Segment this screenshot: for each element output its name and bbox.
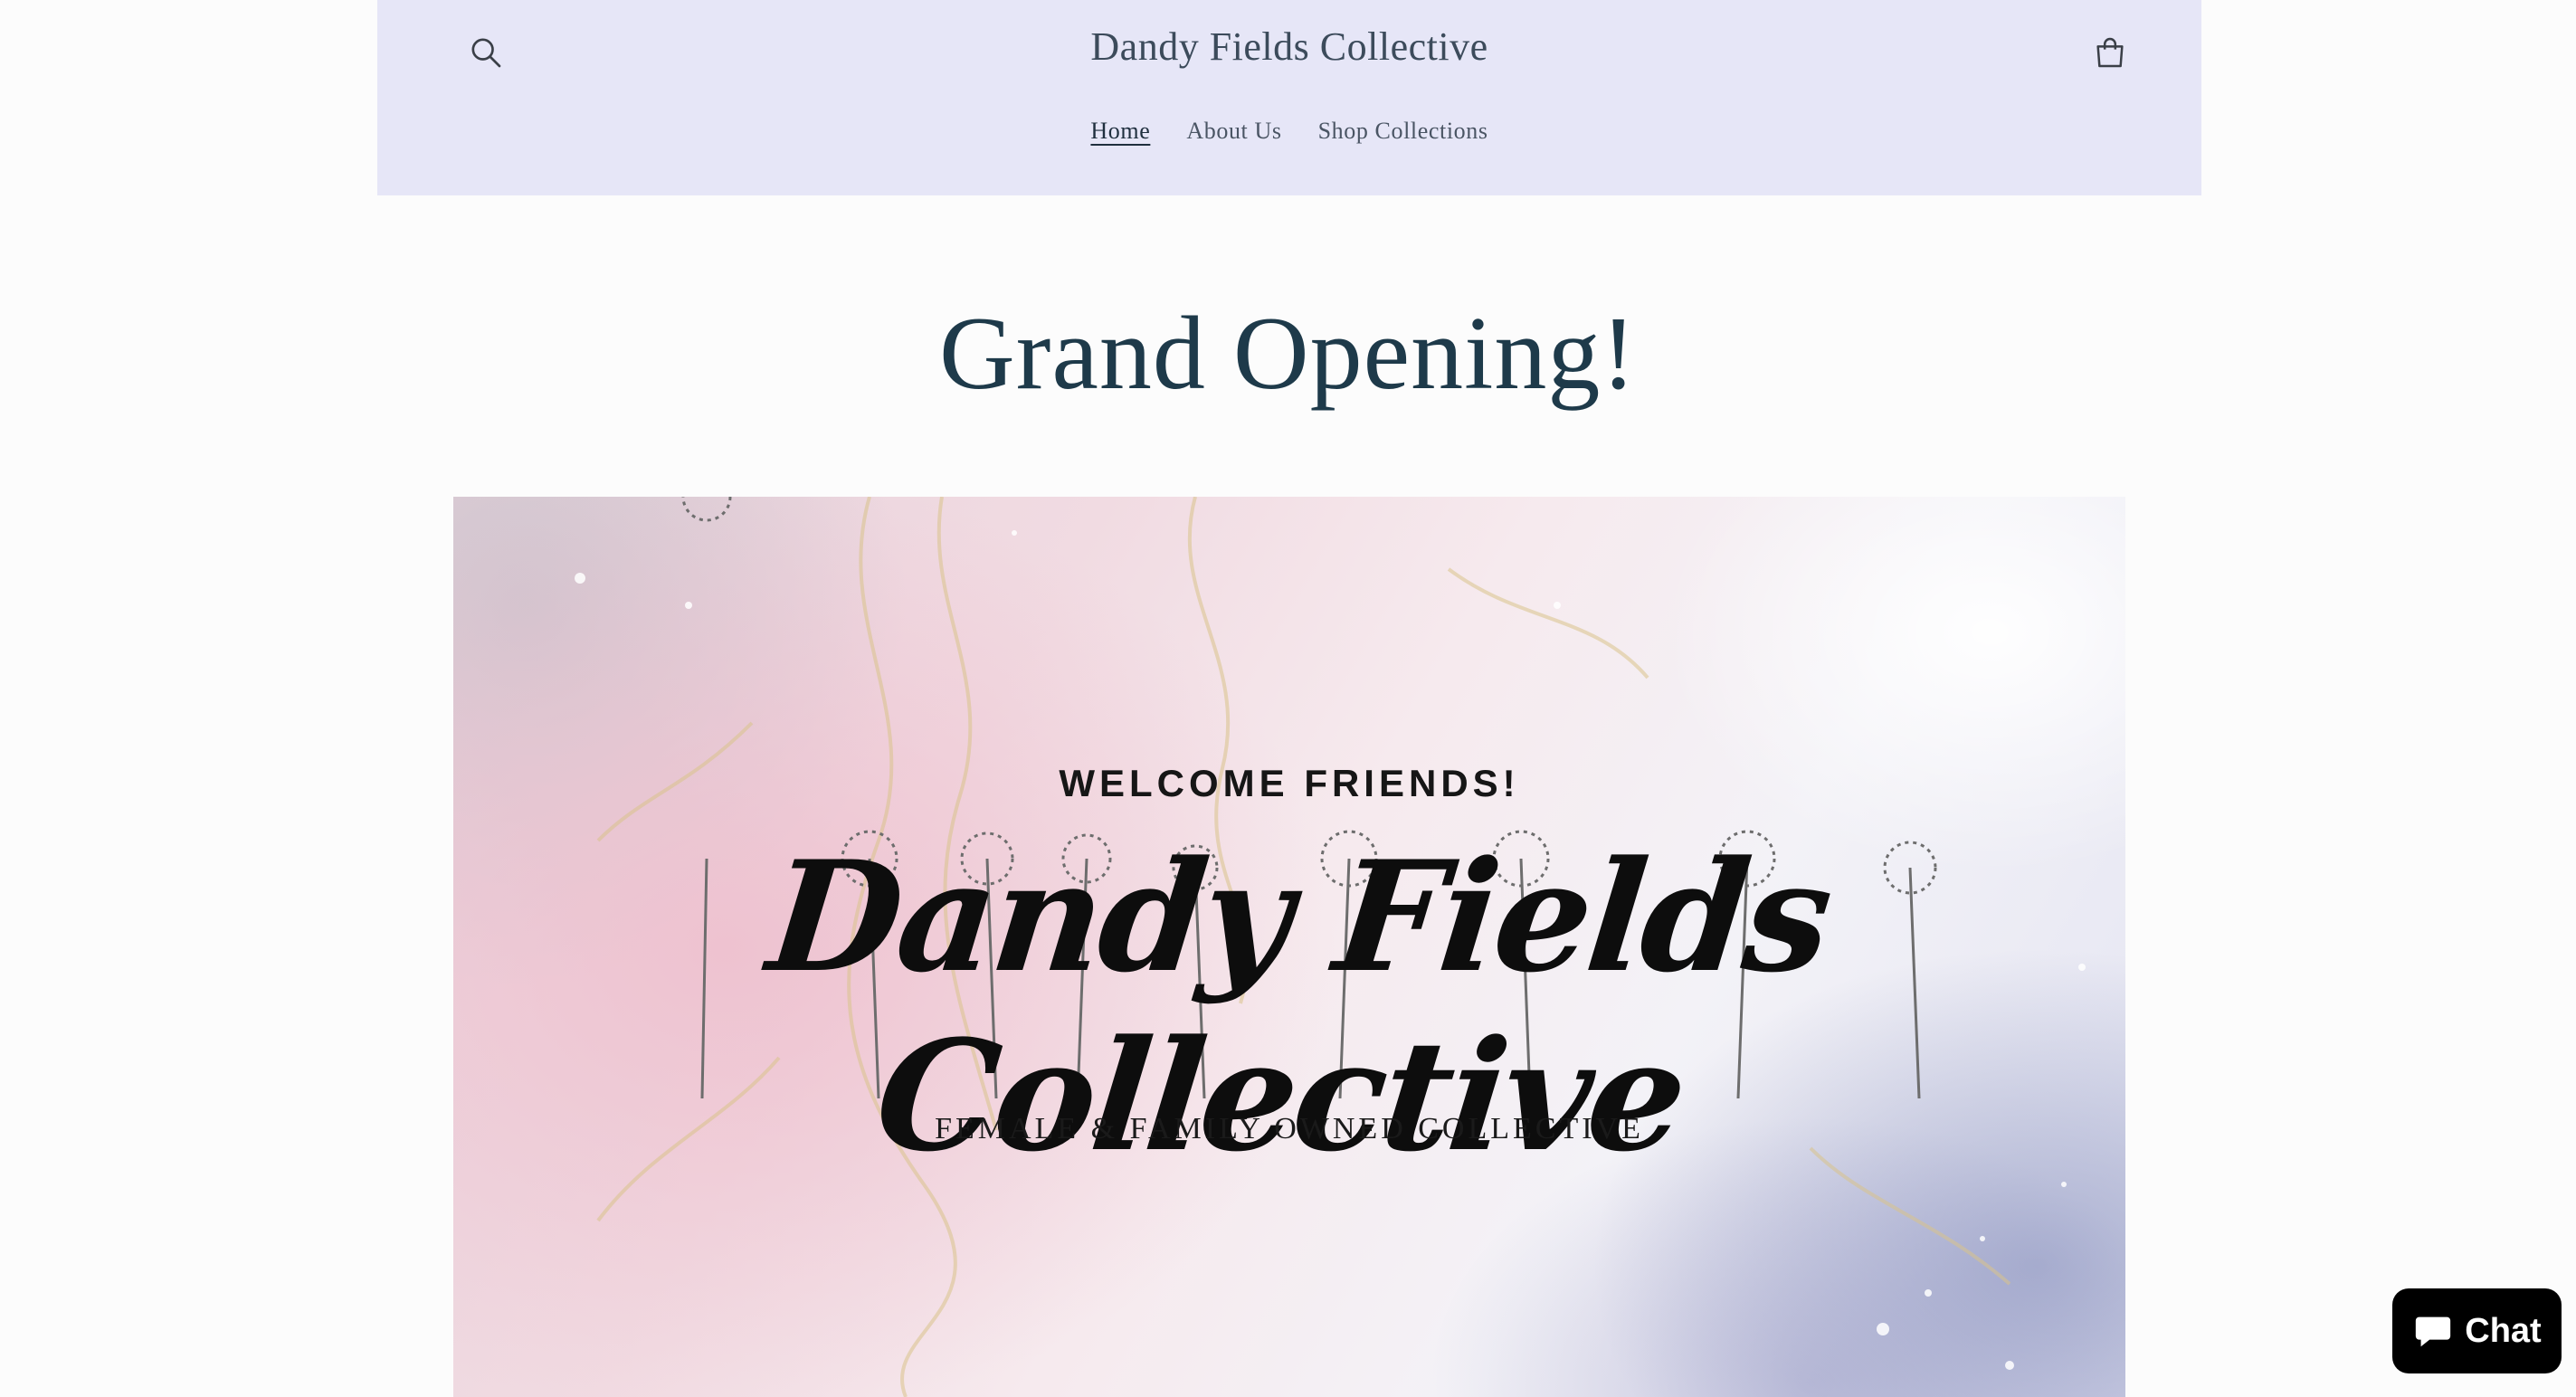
nav-item-home[interactable]: Home (1090, 118, 1150, 145)
nav-item-about-us[interactable]: About Us (1186, 118, 1281, 145)
welcome-banner-image: WELCOME FRIENDS! Dandy Fields Collective… (453, 497, 2125, 1397)
chat-bubble-icon (2416, 1316, 2451, 1347)
banner-tagline: FEMALE & FAMILY OWNED COLLECTIVE (935, 1112, 1644, 1145)
page-heading: Grand Opening! (938, 296, 1637, 412)
site-title-link[interactable]: Dandy Fields Collective (377, 24, 2201, 70)
banner-welcome-text: WELCOME FRIENDS! (1059, 762, 1520, 804)
page: Dandy Fields Collective Home About Us Sh… (0, 0, 2576, 1397)
cart-icon (2096, 37, 2124, 68)
main-nav: Home About Us Shop Collections (377, 118, 2201, 145)
site-header: Dandy Fields Collective Home About Us Sh… (377, 0, 2201, 195)
cart-button[interactable] (2083, 25, 2137, 80)
nav-item-shop-collections[interactable]: Shop Collections (1318, 118, 1488, 145)
chat-label: Chat (2465, 1311, 2542, 1350)
chat-button[interactable]: Chat (2392, 1288, 2562, 1373)
